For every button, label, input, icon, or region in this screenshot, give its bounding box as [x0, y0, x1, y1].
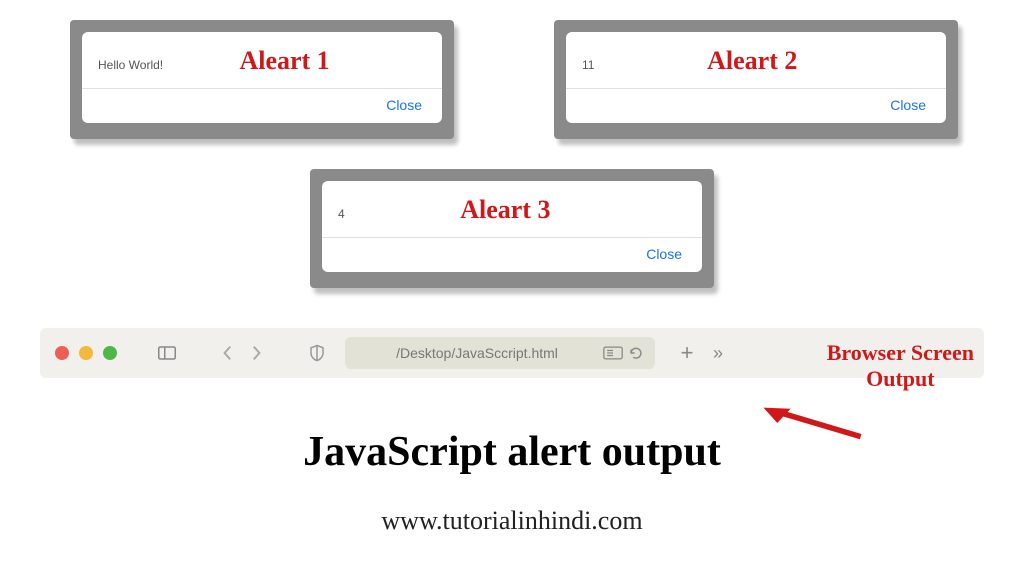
alert-3-backdrop: 4 Aleart 3 Close — [310, 169, 714, 288]
alert-1-footer: Close — [82, 89, 442, 123]
alert-1-close-button[interactable]: Close — [386, 97, 422, 113]
alert-2-box: 11 Aleart 2 Close — [566, 32, 946, 123]
alert-2-message: 11 — [582, 58, 594, 72]
alert-3-message: 4 — [338, 207, 345, 221]
alert-1-box: Hello World! Aleart 1 Close — [82, 32, 442, 123]
alert-1-label: Aleart 1 — [219, 46, 369, 76]
sidebar-toggle-icon[interactable] — [157, 343, 177, 363]
browser-output-area: JavaScript alert output www.tutorialinhi… — [0, 428, 1024, 536]
alert-3-content: 4 Aleart 3 — [322, 181, 702, 238]
alert-3-label: Aleart 3 — [440, 195, 590, 225]
annotation-line1: Browser Screen — [827, 340, 974, 366]
alert-1-content: Hello World! Aleart 1 — [82, 32, 442, 89]
alert-2-close-button[interactable]: Close — [890, 97, 926, 113]
url-field[interactable]: /Desktop/JavaSccript.html — [345, 337, 655, 369]
annotation-line2: Output — [827, 366, 974, 392]
alert-3-container: 4 Aleart 3 Close — [310, 169, 714, 288]
alert-2-footer: Close — [566, 89, 946, 123]
overflow-icon[interactable]: » — [707, 343, 727, 363]
alert-2-backdrop: 11 Aleart 2 Close — [554, 20, 958, 139]
annotation-label: Browser Screen Output — [827, 340, 974, 393]
alert-2-container: 11 Aleart 2 Close — [554, 20, 958, 139]
alert-1-backdrop: Hello World! Aleart 1 Close — [70, 20, 454, 139]
new-tab-icon[interactable]: + — [677, 343, 697, 363]
url-text: /Desktop/JavaSccript.html — [357, 345, 597, 361]
alert-3-row: 4 Aleart 3 Close — [0, 169, 1024, 288]
reload-icon[interactable] — [629, 346, 643, 360]
forward-icon[interactable] — [247, 343, 267, 363]
alert-2-label: Aleart 2 — [687, 46, 837, 76]
page-heading: JavaScript alert output — [0, 428, 1024, 476]
alerts-top-row: Hello World! Aleart 1 Close 11 Aleart 2 … — [0, 0, 1024, 139]
alert-2-content: 11 Aleart 2 — [566, 32, 946, 89]
back-icon[interactable] — [217, 343, 237, 363]
alert-1-container: Hello World! Aleart 1 Close — [70, 20, 454, 139]
alert-3-close-button[interactable]: Close — [646, 246, 682, 262]
shield-icon[interactable] — [307, 343, 327, 363]
alert-1-message: Hello World! — [98, 58, 163, 72]
site-url: www.tutorialinhindi.com — [0, 506, 1024, 536]
close-window-icon[interactable] — [55, 346, 69, 360]
alert-3-footer: Close — [322, 238, 702, 272]
minimize-window-icon[interactable] — [79, 346, 93, 360]
maximize-window-icon[interactable] — [103, 346, 117, 360]
reader-icon — [603, 346, 623, 360]
alert-3-box: 4 Aleart 3 Close — [322, 181, 702, 272]
